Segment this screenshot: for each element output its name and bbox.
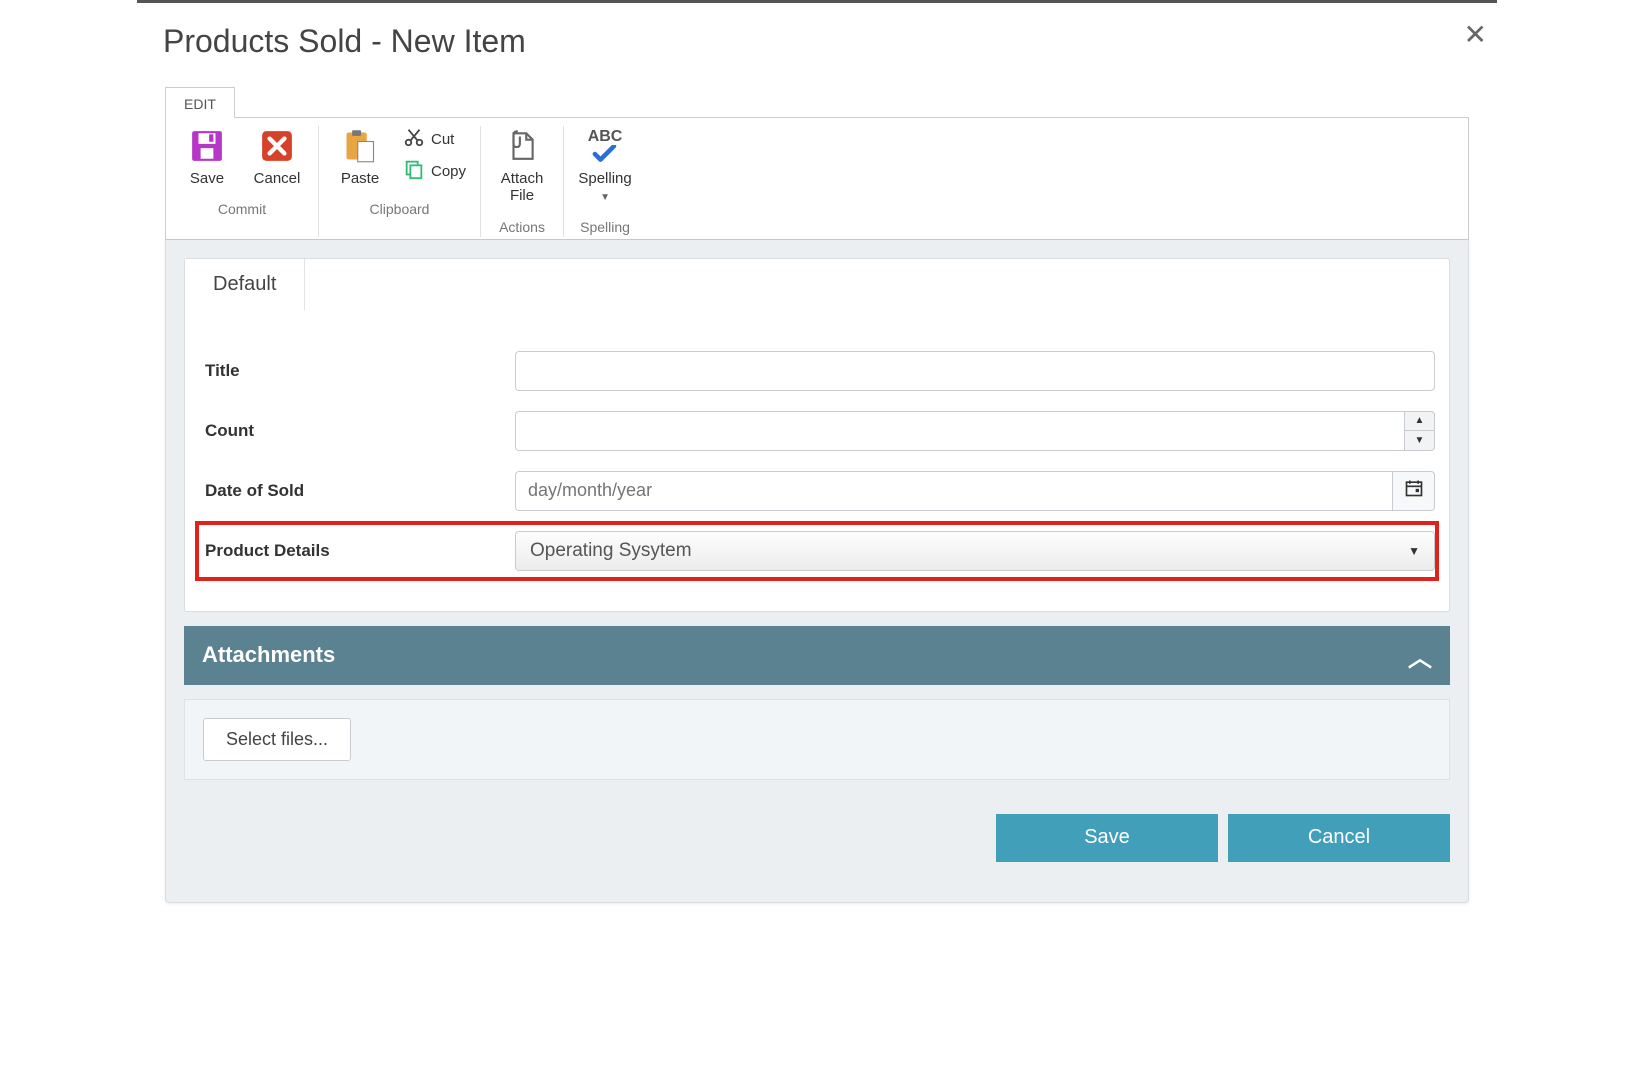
label-product-details: Product Details (199, 541, 515, 561)
field-row-count: Count ▲ ▼ (199, 401, 1435, 461)
save-button[interactable]: Save (180, 126, 234, 187)
field-row-date-of-sold: Date of Sold (199, 461, 1435, 521)
label-date-of-sold: Date of Sold (199, 481, 515, 501)
chevron-up-icon: ︿ (1408, 638, 1432, 673)
cut-button[interactable]: Cut (403, 126, 466, 152)
title-input[interactable] (515, 351, 1435, 391)
spelling-button[interactable]: ABC Spelling▼ (578, 126, 632, 205)
ribbon-group-label-commit: Commit (218, 201, 266, 217)
chevron-down-icon: ▼ (1408, 544, 1420, 558)
select-files-button[interactable]: Select files... (203, 718, 351, 761)
cancel-icon (257, 126, 297, 166)
attach-file-icon (502, 126, 542, 166)
ribbon-group-label-actions: Actions (499, 219, 545, 235)
field-row-product-details: Product Details Operating Sysytem ▼ (195, 521, 1439, 581)
ribbon-group-actions: Attach File Actions (481, 126, 564, 237)
product-details-value: Operating Sysytem (530, 540, 692, 562)
ribbon-group-label-spelling: Spelling (580, 219, 630, 235)
page-title: Products Sold - New Item (163, 23, 1487, 60)
paste-button[interactable]: Paste (333, 126, 387, 187)
label-count: Count (199, 421, 515, 441)
paste-icon (340, 126, 380, 166)
ribbon-group-spelling: ABC Spelling▼ Spelling (564, 126, 646, 237)
product-details-select[interactable]: Operating Sysytem ▼ (515, 531, 1435, 571)
ribbon: Save Cancel Commit Paste (165, 117, 1469, 240)
save-icon (187, 126, 227, 166)
ribbon-group-commit: Save Cancel Commit (166, 126, 319, 237)
count-spinner: ▲ ▼ (1405, 411, 1435, 451)
ribbon-group-clipboard: Paste Cut Copy (319, 126, 481, 237)
copy-icon (403, 158, 425, 184)
close-icon[interactable]: ✕ (1464, 21, 1487, 49)
ribbon-tab-edit[interactable]: EDIT (165, 87, 235, 118)
ribbon-tab-strip: EDIT (165, 86, 1487, 117)
footer-cancel-button[interactable]: Cancel (1228, 814, 1450, 862)
spelling-icon: ABC (585, 126, 625, 166)
attachments-title: Attachments (202, 642, 335, 668)
dialog-products-sold-new-item: ✕ Products Sold - New Item EDIT Save Can… (137, 0, 1497, 943)
cut-icon (403, 126, 425, 152)
attachments-body: Select files... (184, 699, 1450, 780)
tab-default[interactable]: Default (185, 259, 305, 311)
copy-button[interactable]: Copy (403, 158, 466, 184)
form-container: Default Title Count (165, 240, 1469, 903)
footer-buttons: Save Cancel (184, 814, 1450, 862)
footer-save-button[interactable]: Save (996, 814, 1218, 862)
attachments-header[interactable]: Attachments ︿ (184, 626, 1450, 685)
calendar-icon (1404, 478, 1424, 503)
attach-file-button[interactable]: Attach File (495, 126, 549, 205)
count-input[interactable] (515, 411, 1405, 451)
ribbon-group-label-clipboard: Clipboard (370, 201, 430, 217)
form-panel: Default Title Count (184, 258, 1450, 612)
spinner-up-icon[interactable]: ▲ (1405, 412, 1434, 432)
spinner-down-icon[interactable]: ▼ (1405, 431, 1434, 450)
label-title: Title (199, 361, 515, 381)
calendar-button[interactable] (1393, 471, 1435, 511)
field-row-title: Title (199, 341, 1435, 401)
cancel-button[interactable]: Cancel (250, 126, 304, 187)
dropdown-caret-icon: ▼ (600, 192, 610, 203)
date-of-sold-input[interactable] (515, 471, 1393, 511)
